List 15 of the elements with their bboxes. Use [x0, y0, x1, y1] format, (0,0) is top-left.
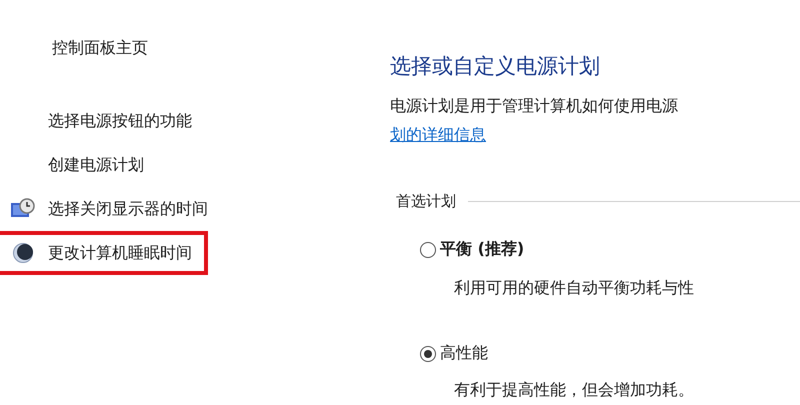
sidebar-link[interactable]: 控制面板主页 — [52, 38, 148, 59]
page-title: 选择或自定义电源计划 — [390, 53, 601, 80]
description-text: 电源计划是用于管理计算机如何使用电源 — [390, 96, 679, 117]
monitor-clock-icon — [10, 198, 36, 220]
plan-radio[interactable]: 高性能 — [420, 343, 488, 364]
sidebar-link[interactable]: 选择关闭显示器的时间 — [0, 187, 222, 231]
details-link[interactable]: 划的详细信息 — [390, 125, 486, 146]
sidebar-link[interactable]: 更改计算机睡眠时间 — [0, 231, 208, 275]
plan-radio[interactable]: 平衡 (推荐) — [420, 239, 524, 260]
plan-description: 有利于提高性能，但会增加功耗。 — [454, 380, 695, 401]
plan-description: 利用可用的硬件自动平衡功耗与性 — [454, 278, 695, 298]
group-label: 首选计划 — [396, 192, 456, 211]
sidebar-link[interactable]: 创建电源计划 — [0, 143, 158, 187]
moon-icon — [10, 242, 36, 264]
sidebar-link[interactable]: 选择电源按钮的功能 — [0, 99, 206, 143]
